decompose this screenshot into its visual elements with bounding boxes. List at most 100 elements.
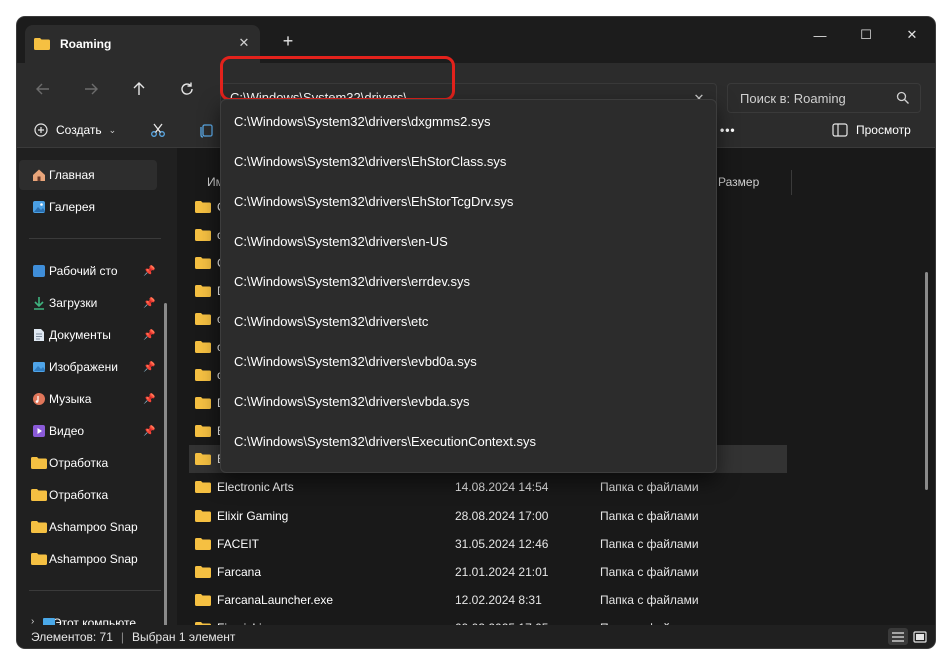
- sidebar-item-label: Отработка: [49, 488, 109, 502]
- scissors-icon: [151, 123, 165, 137]
- preview-button[interactable]: Просмотр: [832, 115, 911, 145]
- autocomplete-item[interactable]: C:\Windows\System32\drivers\ExecutionCon…: [221, 421, 716, 461]
- autocomplete-item[interactable]: C:\Windows\System32\drivers\EhStorTcgDrv…: [221, 181, 716, 221]
- plus-circle-icon: [34, 123, 48, 137]
- sidebar-item-label: Главная: [49, 168, 95, 182]
- file-date: 12.02.2024 8:31: [455, 593, 542, 607]
- pin-icon[interactable]: 📌: [143, 426, 155, 437]
- sidebar-item-pictures[interactable]: Изображени 📌: [19, 352, 157, 382]
- autocomplete-item[interactable]: C:\Windows\System32\drivers\EhStorClass.…: [221, 141, 716, 181]
- autocomplete-item[interactable]: C:\Windows\System32\drivers\en-US: [221, 221, 716, 261]
- pin-icon[interactable]: 📌: [143, 266, 155, 277]
- file-type: Папка с файлами: [600, 565, 699, 579]
- table-row[interactable]: FarcanaLauncher.exe 12.02.2024 8:31 Папк…: [189, 586, 789, 614]
- file-name: FACEIT: [217, 537, 260, 551]
- more-options-button[interactable]: •••: [720, 115, 736, 145]
- minimize-button[interactable]: —: [797, 21, 843, 49]
- forward-button[interactable]: [75, 73, 107, 105]
- tab-title: Roaming: [60, 37, 112, 51]
- table-row[interactable]: Farcana 21.01.2024 21:01 Папка с файлами: [189, 558, 789, 586]
- sidebar-item-video[interactable]: Видео 📌: [19, 416, 157, 446]
- sidebar-scrollbar[interactable]: [164, 303, 167, 625]
- folder-icon: [195, 566, 211, 578]
- pictures-icon: [31, 359, 47, 375]
- documents-icon: [31, 327, 47, 343]
- sidebar-item-label: Рабочий сто: [49, 264, 118, 278]
- autocomplete-item[interactable]: C:\Windows\System32\drivers\errdev.sys: [221, 261, 716, 301]
- sidebar-divider: [29, 590, 161, 591]
- autocomplete-item[interactable]: C:\Windows\System32\drivers\evbda.sys: [221, 381, 716, 421]
- preview-label: Просмотр: [856, 123, 911, 137]
- sidebar-item-label: Музыка: [49, 392, 92, 406]
- sidebar-item-otrabotka-1[interactable]: Отработка: [19, 448, 157, 478]
- sidebar-item-ashampoo-2[interactable]: Ashampoo Snap: [19, 544, 157, 574]
- search-box[interactable]: Поиск в: Roaming: [727, 83, 921, 113]
- pin-icon[interactable]: 📌: [143, 394, 155, 405]
- file-name: Elixir Gaming: [217, 509, 289, 523]
- back-button[interactable]: [27, 73, 59, 105]
- search-placeholder: Поиск в: Roaming: [740, 90, 846, 106]
- close-window-button[interactable]: ✕: [889, 21, 935, 49]
- folder-icon: [195, 341, 211, 353]
- autocomplete-item[interactable]: C:\Windows\System32\drivers\evbd0a.sys: [221, 341, 716, 381]
- sidebar-item-home[interactable]: Главная: [19, 160, 157, 190]
- highlight-annotation: [220, 56, 455, 101]
- file-name: FarcanaLauncher.exe: [217, 593, 334, 607]
- address-autocomplete-dropdown: C:\Windows\System32\drivers\dxgmms2.sys …: [220, 99, 717, 473]
- create-button[interactable]: Создать ⌄: [34, 115, 116, 145]
- file-type: Папка с файлами: [600, 480, 699, 494]
- autocomplete-item[interactable]: C:\Windows\System32\drivers\etc: [221, 301, 716, 341]
- tiles-view-icon: [913, 630, 927, 643]
- tab-bar: Roaming ✕ + — ☐ ✕: [17, 17, 935, 63]
- folder-icon: [195, 425, 211, 437]
- gallery-icon: [31, 199, 47, 215]
- new-tab-button[interactable]: +: [277, 30, 299, 52]
- refresh-button[interactable]: [171, 73, 203, 105]
- close-tab-icon[interactable]: ✕: [234, 33, 254, 53]
- maximize-button[interactable]: ☐: [843, 21, 889, 49]
- up-button[interactable]: [123, 73, 155, 105]
- column-divider[interactable]: [791, 170, 792, 195]
- sidebar-item-ashampoo-1[interactable]: Ashampoo Snap: [19, 512, 157, 542]
- file-date: 28.08.2024 17:00: [455, 509, 549, 523]
- file-explorer-window: Roaming ✕ + — ☐ ✕ ✕ Поиск в: Roaming: [17, 17, 935, 648]
- tiles-view-button[interactable]: [910, 628, 930, 645]
- selection-count: Выбран 1 элемент: [132, 629, 236, 644]
- file-date: 21.01.2024 21:01: [455, 565, 549, 579]
- sidebar-item-label: Загрузки: [49, 296, 98, 310]
- status-divider: |: [120, 629, 125, 644]
- sidebar-item-otrabotka-2[interactable]: Отработка: [19, 480, 157, 510]
- file-date: 14.08.2024 14:54: [455, 480, 549, 494]
- copy-button[interactable]: [199, 115, 215, 145]
- column-header-size[interactable]: Размер: [718, 175, 759, 189]
- sidebar-item-label: Отработка: [49, 456, 109, 470]
- computer-icon: [41, 615, 57, 625]
- folder-icon: [195, 369, 211, 381]
- table-row[interactable]: Elixir Gaming 28.08.2024 17:00 Папка с ф…: [189, 502, 789, 530]
- pin-icon[interactable]: 📌: [143, 330, 155, 341]
- table-row[interactable]: FACEIT 31.05.2024 12:46 Папка с файлами: [189, 530, 789, 558]
- folder-icon: [195, 229, 211, 241]
- pin-icon[interactable]: 📌: [143, 298, 155, 309]
- folder-icon: [195, 313, 211, 325]
- autocomplete-item[interactable]: C:\Windows\System32\drivers\dxgmms2.sys: [221, 101, 716, 141]
- folder-icon: [195, 257, 211, 269]
- sidebar-item-this-pc[interactable]: › Этот компьюте: [19, 608, 157, 625]
- sidebar-item-downloads[interactable]: Загрузки 📌: [19, 288, 157, 318]
- sidebar-item-music[interactable]: Музыка 📌: [19, 384, 157, 414]
- folder-icon: [195, 594, 211, 606]
- table-row[interactable]: Electronic Arts 14.08.2024 14:54 Папка с…: [189, 473, 789, 501]
- content-scrollbar[interactable]: [925, 272, 928, 490]
- folder-icon: [31, 487, 47, 503]
- chevron-right-icon[interactable]: ›: [31, 616, 34, 625]
- cut-button[interactable]: [150, 115, 166, 145]
- navigation-pane: Главная Галерея Рабочий сто 📌 Загрузки 📌…: [17, 148, 177, 625]
- sidebar-item-gallery[interactable]: Галерея: [19, 192, 157, 222]
- chevron-down-icon: ⌄: [108, 124, 117, 135]
- sidebar-item-desktop[interactable]: Рабочий сто 📌: [19, 256, 157, 286]
- status-bar: Элементов: 71 | Выбран 1 элемент: [17, 625, 935, 648]
- sidebar-item-documents[interactable]: Документы 📌: [19, 320, 157, 350]
- pin-icon[interactable]: 📌: [143, 362, 155, 373]
- details-view-button[interactable]: [888, 628, 908, 645]
- more-icon: •••: [720, 123, 736, 137]
